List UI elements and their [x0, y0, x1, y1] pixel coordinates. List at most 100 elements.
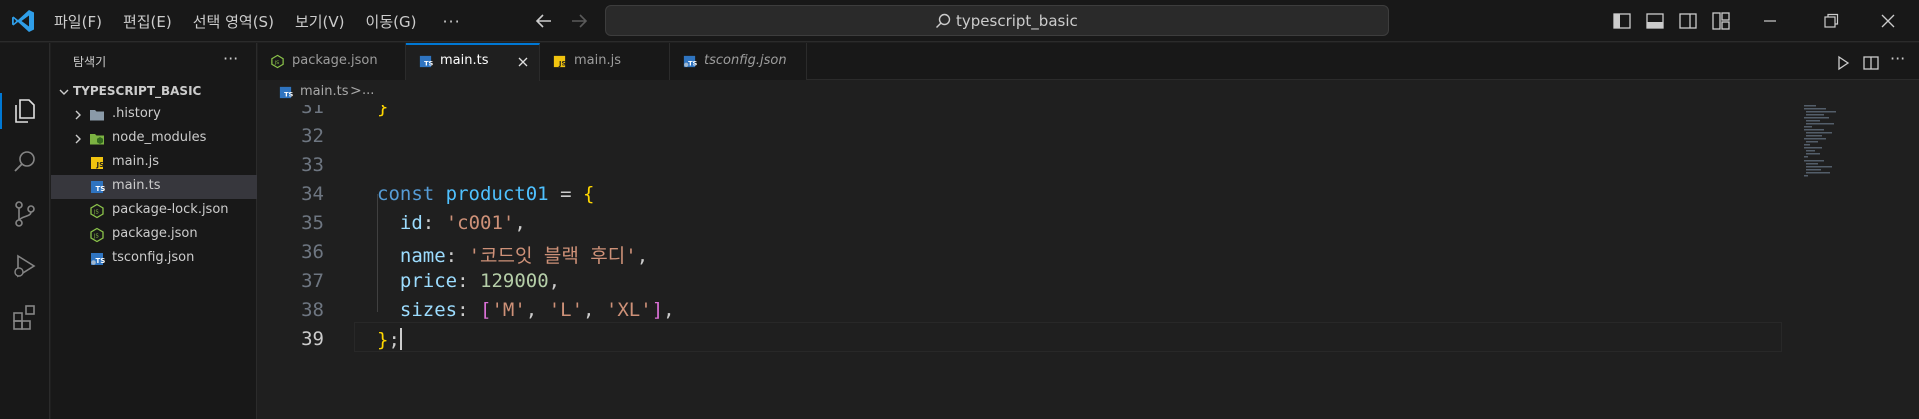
folder-icon [90, 110, 104, 121]
code-line: 33 [258, 151, 1788, 180]
token: : [445, 245, 458, 267]
code-text: } [377, 105, 388, 118]
tree-item-main-ts[interactable]: TS main.ts [51, 175, 257, 199]
search-icon [936, 13, 951, 28]
tab-main-js[interactable]: JS main.js [540, 43, 670, 80]
token: { [582, 183, 595, 205]
editor-more-actions-button[interactable]: ··· [1890, 49, 1905, 68]
token: , [636, 245, 649, 267]
code-text: }; [377, 328, 402, 351]
breadcrumb-symbols[interactable]: ... [362, 83, 374, 98]
restore-icon[interactable] [1820, 10, 1842, 32]
menu-edit[interactable]: 편집(E) [123, 11, 172, 32]
tsconfig-icon: TS [91, 253, 106, 265]
line-number: 36 [301, 241, 324, 263]
token: , [514, 212, 526, 234]
source-control-icon[interactable] [9, 198, 41, 230]
code-text: const product01 = { [377, 183, 594, 205]
menu-selection[interactable]: 선택 영역(S) [193, 11, 274, 32]
svg-text:TS: TS [424, 59, 433, 67]
code-editor[interactable]: 31 } 32 33 34 const product01 = { 35 id:… [258, 105, 1919, 419]
toggle-secondary-sidebar-icon[interactable] [1678, 11, 1698, 31]
code-line: 37 price: 129000, [258, 267, 1788, 296]
line-number: 34 [301, 183, 324, 205]
workspace-folder-label: TYPESCRIPT_BASIC [73, 84, 202, 98]
code-line: 31 } [258, 105, 1788, 122]
token: const [377, 183, 435, 205]
explorer-icon[interactable] [9, 95, 41, 127]
token: , [525, 299, 538, 321]
token: } [377, 329, 389, 351]
tree-item-node-modules[interactable]: node_modules [51, 127, 257, 151]
tab-label: main.js [574, 53, 621, 68]
token: 'c001' [445, 212, 515, 234]
workspace-folder-header[interactable]: TYPESCRIPT_BASIC [51, 81, 257, 103]
close-window-icon[interactable] [1877, 10, 1899, 32]
forward-arrow-icon[interactable] [567, 9, 591, 33]
explorer-title: 탐색기 [73, 55, 107, 69]
command-center[interactable]: typescript_basic [605, 5, 1389, 36]
tab-label: tsconfig.json [704, 53, 787, 68]
explorer-more-button[interactable]: ··· [223, 49, 238, 68]
token: , [548, 270, 561, 292]
node-json-icon: JS [271, 54, 284, 69]
tab-main-ts[interactable]: TS main.ts [406, 43, 540, 81]
tree-item-label: package.json [112, 226, 198, 241]
code-text: sizes: ['M', 'L', 'XL'], [377, 299, 675, 321]
svg-text:JS: JS [96, 161, 105, 169]
token: : [422, 212, 435, 234]
line-number: 38 [301, 299, 324, 321]
code-line: 34 const product01 = { [258, 180, 1788, 209]
tree-item-package-lock-json[interactable]: JS package-lock.json [51, 199, 257, 223]
menu-file[interactable]: 파일(F) [54, 11, 102, 32]
tab-package-json[interactable]: JS package.json [258, 43, 406, 80]
line-number: 32 [301, 125, 324, 147]
tree-item-history[interactable]: .history [51, 103, 257, 127]
line-number: 35 [301, 212, 324, 234]
code-line: 35 id: 'c001', [258, 209, 1788, 238]
customize-layout-icon[interactable] [1711, 11, 1731, 31]
extensions-icon[interactable] [9, 301, 41, 333]
token: : [457, 299, 469, 321]
token: = [560, 183, 572, 205]
tree-item-tsconfig-json[interactable]: TS tsconfig.json [51, 247, 257, 271]
run-icon[interactable] [1834, 54, 1852, 72]
token: , [663, 299, 675, 321]
tab-label: main.ts [440, 53, 489, 68]
menu-go[interactable]: 이동(G) [366, 11, 417, 32]
ts-file-icon: TS [91, 181, 105, 193]
toggle-panel-icon[interactable] [1645, 11, 1665, 31]
tree-item-main-js[interactable]: JS main.js [51, 151, 257, 175]
toggle-primary-sidebar-icon[interactable] [1612, 11, 1632, 31]
menu-more-button[interactable]: ··· [442, 12, 460, 31]
token: id [399, 212, 423, 234]
editor-tab-bar: JS package.json TS main.ts JS main.js TS… [258, 43, 1919, 81]
token: sizes [399, 299, 458, 321]
search-view-icon[interactable] [9, 146, 41, 178]
minimize-icon[interactable] [1759, 10, 1781, 32]
back-arrow-icon[interactable] [532, 9, 556, 33]
svg-text:TS: TS [96, 257, 106, 265]
vscode-logo-icon [12, 10, 34, 32]
menu-view[interactable]: 보기(V) [295, 11, 345, 32]
tree-item-package-json[interactable]: JS package.json [51, 223, 257, 247]
breadcrumb-file[interactable]: main.ts [300, 84, 348, 99]
chevron-right-icon [75, 110, 81, 120]
close-tab-icon[interactable] [515, 54, 531, 70]
tree-item-label: .history [112, 106, 161, 121]
command-center-label: typescript_basic [956, 12, 1078, 30]
token: 'M' [491, 299, 526, 321]
token: name [399, 245, 446, 267]
split-editor-icon[interactable] [1862, 54, 1880, 72]
token: '코드잇 블랙 후디' [468, 245, 637, 267]
run-debug-icon[interactable] [9, 250, 41, 282]
minimap[interactable] [1794, 105, 1914, 419]
ts-file-icon: TS [419, 55, 433, 67]
tab-tsconfig-json[interactable]: TS tsconfig.json [670, 43, 807, 80]
chevron-down-icon [59, 89, 69, 95]
line-number: 39 [301, 328, 324, 350]
